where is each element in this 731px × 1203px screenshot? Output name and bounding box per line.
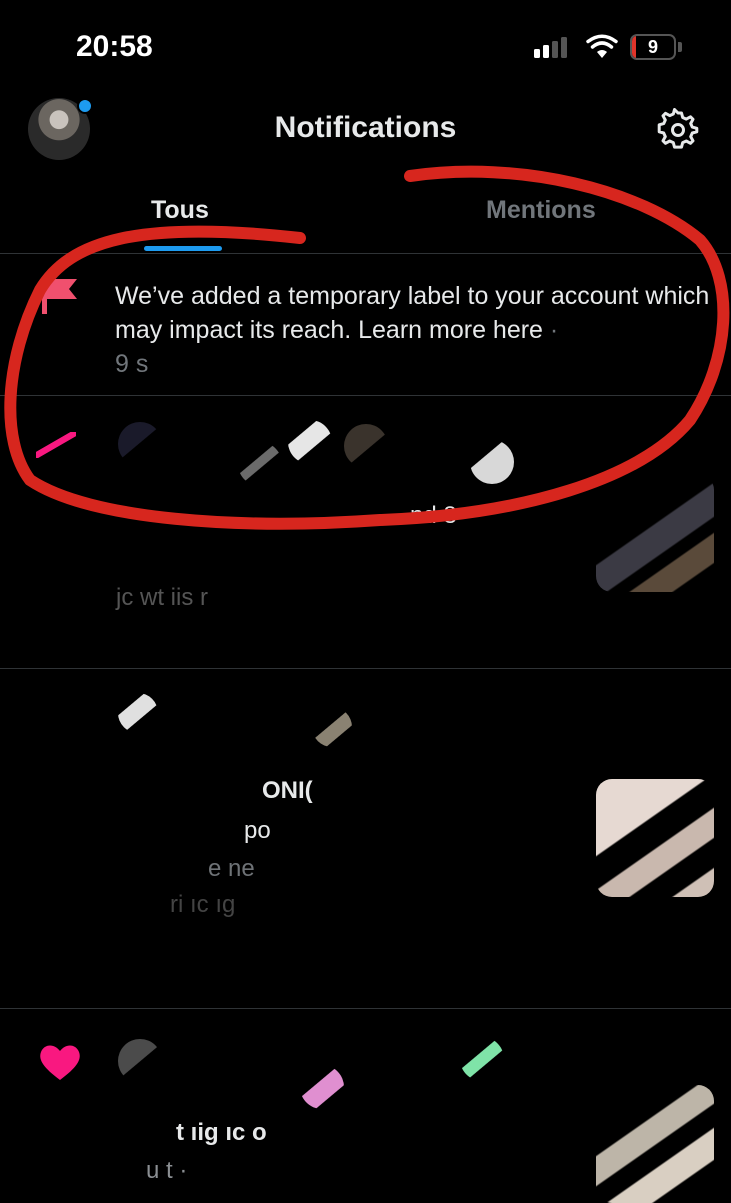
- redacted-text: jc wt iis r: [116, 584, 208, 611]
- redacted-text: ri ıc ıg: [170, 891, 236, 918]
- tab-mentions[interactable]: Mentions: [486, 196, 596, 225]
- wifi-icon: [586, 34, 618, 58]
- avatar: [344, 424, 388, 468]
- battery-nub: [678, 42, 682, 52]
- redacted-text: nd 8: [410, 502, 457, 529]
- avatar: [312, 707, 352, 747]
- redacted-icon: [36, 432, 76, 458]
- avatar: [118, 1039, 162, 1083]
- status-time: 20:58: [76, 30, 153, 63]
- notice-separator: ·: [542, 316, 559, 344]
- page-title: Notifications: [274, 111, 457, 144]
- avatar: [118, 422, 162, 466]
- signal-icon: [534, 37, 567, 58]
- redacted-text: e ne: [208, 855, 255, 882]
- notification-group[interactable]: nd 8 jc wt iis r: [0, 396, 731, 668]
- tab-all[interactable]: Tous: [151, 196, 209, 225]
- avatar: [470, 440, 514, 484]
- avatar: [300, 1065, 344, 1109]
- tabs-divider: [0, 253, 731, 254]
- redacted-text: t ıig ıc o: [176, 1119, 267, 1146]
- gear-icon[interactable]: [656, 108, 700, 152]
- label-notice[interactable]: We’ve added a temporary label to your ac…: [115, 279, 715, 381]
- media-thumbnail: [596, 474, 714, 592]
- battery-level: 9: [647, 37, 658, 57]
- redacted-text: po: [244, 817, 271, 844]
- notice-message[interactable]: We’ve added a temporary label to your ac…: [115, 282, 709, 344]
- media-thumbnail: [596, 1085, 714, 1203]
- media-thumbnail: [596, 779, 714, 897]
- notification-group[interactable]: t ıig ıc o u t ·: [0, 1009, 731, 1203]
- avatar: [288, 420, 332, 464]
- redacted-text: ONI(: [262, 777, 313, 804]
- active-tab-indicator: [144, 246, 222, 251]
- avatar: [118, 693, 158, 733]
- notification-group[interactable]: ONI( po e ne ri ıc ıg: [0, 669, 731, 1009]
- battery-icon: 9: [630, 34, 676, 60]
- flag-icon: [42, 278, 77, 314]
- notice-time: 9 s: [115, 350, 149, 378]
- avatar: [238, 442, 282, 486]
- redacted-text: u t ·: [146, 1157, 188, 1184]
- avatar: [460, 1037, 504, 1081]
